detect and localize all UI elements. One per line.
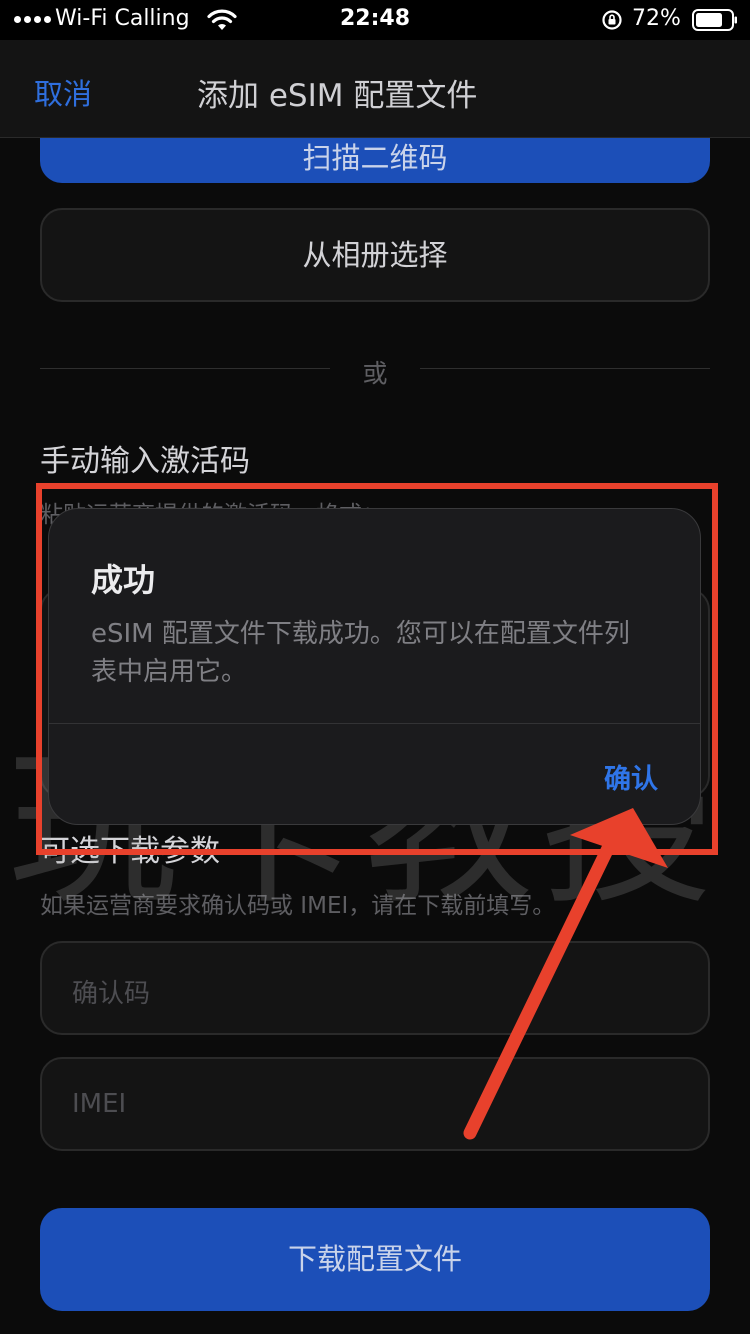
page-title: 添加 eSIM 配置文件 xyxy=(197,78,478,114)
confirmation-code-placeholder: 确认码 xyxy=(72,979,151,1009)
divider-or-label: 或 xyxy=(362,359,388,388)
imei-placeholder: IMEI xyxy=(72,1089,127,1119)
dialog-message: eSIM 配置文件下载成功。您可以在配置文件列表中启用它。 xyxy=(91,619,630,687)
dialog-confirm-button[interactable]: 确认 xyxy=(604,757,658,796)
battery-percentage: 72% xyxy=(632,6,681,31)
manual-entry-title: 手动输入激活码 xyxy=(40,444,250,479)
status-bar: Wi-Fi Calling 22:48 72% xyxy=(0,0,750,40)
battery-icon xyxy=(692,9,737,31)
dialog-title: 成功 xyxy=(91,561,156,599)
imei-input[interactable]: IMEI xyxy=(40,1057,710,1151)
select-from-album-button[interactable]: 从相册选择 xyxy=(40,208,710,302)
confirmation-code-input[interactable]: 确认码 xyxy=(40,941,710,1035)
rotation-lock-icon xyxy=(602,10,622,30)
navigation-bar: 取消 添加 eSIM 配置文件 xyxy=(0,40,750,138)
success-dialog: 成功 eSIM 配置文件下载成功。您可以在配置文件列表中启用它。 确认 xyxy=(48,508,701,825)
divider-right xyxy=(420,368,710,369)
download-profile-button[interactable]: 下载配置文件 xyxy=(40,1208,710,1311)
dialog-divider xyxy=(49,723,700,724)
cancel-button[interactable]: 取消 xyxy=(34,71,92,113)
scan-qr-button[interactable]: 扫描二维码 xyxy=(40,138,710,183)
